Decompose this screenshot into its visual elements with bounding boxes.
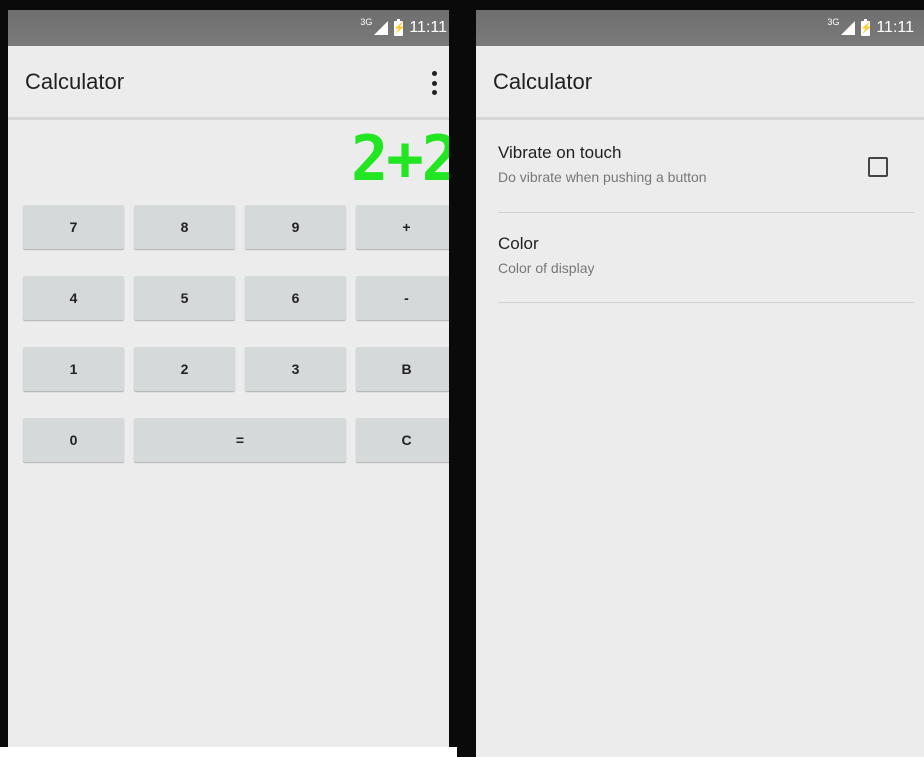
key-backspace[interactable]: B xyxy=(356,347,457,391)
status-time: 11:11 xyxy=(409,19,447,36)
status-bar: 3G 11:11 xyxy=(476,10,924,46)
key-6[interactable]: 6 xyxy=(245,276,346,320)
vibrate-checkbox[interactable] xyxy=(868,157,888,177)
battery-charging-icon xyxy=(393,18,406,36)
key-8[interactable]: 8 xyxy=(134,205,235,249)
key-5[interactable]: 5 xyxy=(134,276,235,320)
network-type: 3G xyxy=(360,17,373,27)
key-1[interactable]: 1 xyxy=(23,347,124,391)
pref-title: Vibrate on touch xyxy=(498,143,622,162)
pref-title: Color xyxy=(498,234,539,253)
app-title: Calculator xyxy=(493,68,593,94)
key-clear[interactable]: C xyxy=(356,418,457,462)
overflow-menu-icon[interactable] xyxy=(431,71,437,95)
key-plus[interactable]: + xyxy=(356,205,457,249)
status-time: 11:11 xyxy=(876,19,914,36)
device-bezel xyxy=(457,0,467,757)
key-minus[interactable]: - xyxy=(356,276,457,320)
key-4[interactable]: 4 xyxy=(23,276,124,320)
calculator-screen: 3G 11:11 Calculator 2+2 7 8 9 + 4 5 6 - … xyxy=(0,0,457,757)
app-title: Calculator xyxy=(25,68,125,94)
signal-icon xyxy=(841,21,856,35)
device-bezel xyxy=(449,0,457,757)
display-expression: 2+2 xyxy=(351,122,457,195)
pref-vibrate-on-touch[interactable]: Vibrate on touch Do vibrate when pushing… xyxy=(498,123,914,213)
network-type: 3G xyxy=(827,17,840,27)
key-7[interactable]: 7 xyxy=(23,205,124,249)
battery-charging-icon xyxy=(860,18,873,36)
key-2[interactable]: 2 xyxy=(134,347,235,391)
app-bar: Calculator xyxy=(8,46,457,120)
key-9[interactable]: 9 xyxy=(245,205,346,249)
pref-color[interactable]: Color Color of display xyxy=(498,213,914,303)
app-bar: Calculator xyxy=(476,46,924,120)
bottom-strip xyxy=(0,747,457,757)
status-bar: 3G 11:11 xyxy=(8,10,457,46)
key-equals[interactable]: = xyxy=(134,418,346,462)
pref-summary: Color of display xyxy=(498,260,595,276)
calculator-display: 2+2 xyxy=(351,128,457,190)
signal-icon xyxy=(374,21,389,35)
pref-summary: Do vibrate when pushing a button xyxy=(498,169,707,185)
key-0[interactable]: 0 xyxy=(23,418,124,462)
key-3[interactable]: 3 xyxy=(245,347,346,391)
settings-screen: 3G 11:11 Calculator Vibrate on touch Do … xyxy=(467,0,924,757)
